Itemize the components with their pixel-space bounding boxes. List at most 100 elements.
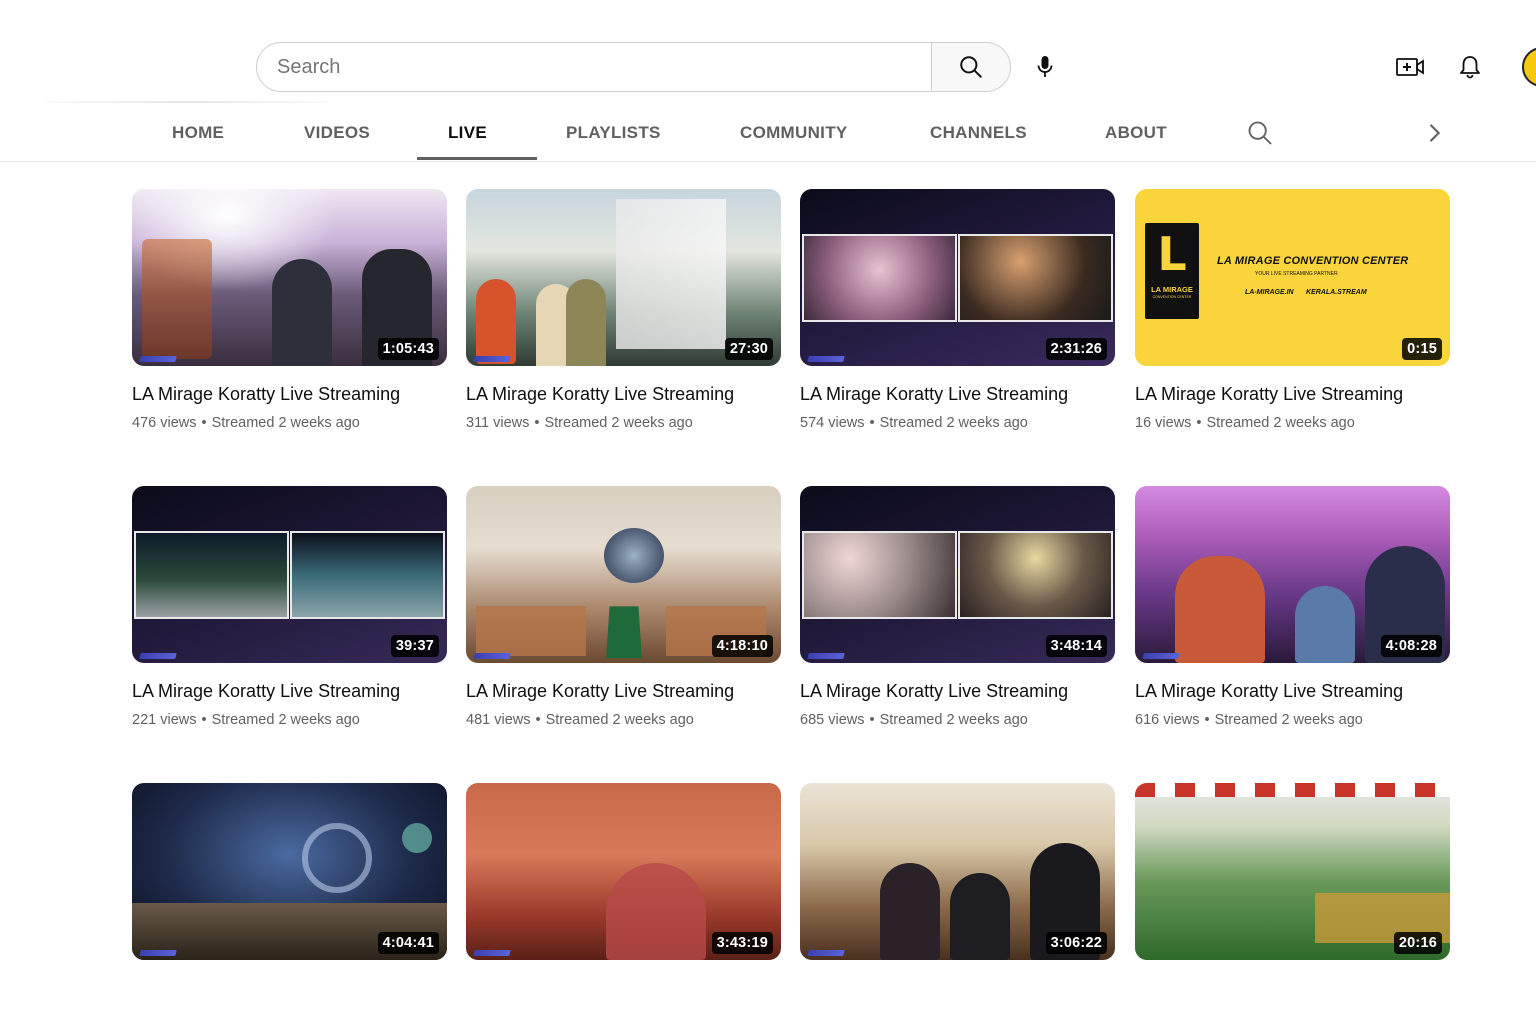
video-thumbnail[interactable]: 4:04:41 xyxy=(132,783,447,960)
nameplate-overlay xyxy=(139,356,177,362)
divider xyxy=(46,101,328,103)
chevron-right-icon[interactable] xyxy=(1420,119,1448,147)
nameplate-overlay xyxy=(473,653,511,659)
stream-age: Streamed 2 weeks ago xyxy=(544,415,693,431)
microphone-icon xyxy=(1037,56,1053,77)
video-card[interactable]: 4:08:28 LA Mirage Koratty Live Streaming… xyxy=(1135,486,1450,730)
search-icon[interactable] xyxy=(1246,119,1274,147)
duration-badge: 4:08:28 xyxy=(1380,635,1442,657)
video-thumbnail[interactable]: 1:05:43 xyxy=(132,189,447,366)
video-title[interactable]: LA Mirage Koratty Live Streaming xyxy=(1135,383,1450,405)
search-input[interactable] xyxy=(277,43,932,91)
nameplate-overlay xyxy=(807,653,845,659)
nameplate-overlay xyxy=(473,950,511,956)
video-card[interactable]: 1:05:43 LA Mirage Koratty Live Streaming… xyxy=(132,189,447,433)
video-thumbnail[interactable]: 3:48:14 xyxy=(800,486,1115,663)
video-thumbnail[interactable]: 4:18:10 xyxy=(466,486,781,663)
nameplate-overlay xyxy=(139,653,177,659)
video-meta: 616 views • Streamed 2 weeks ago xyxy=(1135,712,1363,728)
tab-channels[interactable]: CHANNELS xyxy=(930,104,1027,162)
view-count: 476 views xyxy=(132,415,197,431)
video-title[interactable]: LA Mirage Koratty Live Streaming xyxy=(466,680,781,702)
video-card[interactable]: 3:06:22 xyxy=(800,783,1115,960)
masthead xyxy=(0,0,1536,104)
video-thumbnail[interactable]: 3:06:22 xyxy=(800,783,1115,960)
duration-badge: 4:18:10 xyxy=(711,635,773,657)
stream-age: Streamed 2 weeks ago xyxy=(879,415,1028,431)
video-card[interactable]: 3:43:19 xyxy=(466,783,781,960)
duration-badge: 3:06:22 xyxy=(1045,932,1107,954)
search-button[interactable] xyxy=(931,42,1011,92)
video-thumbnail[interactable]: 2:31:26 xyxy=(800,189,1115,366)
tab-videos[interactable]: VIDEOS xyxy=(304,104,370,162)
video-panel xyxy=(958,234,1113,322)
tab-live[interactable]: LIVE xyxy=(448,104,487,162)
duration-badge: 0:15 xyxy=(1402,338,1442,360)
video-card[interactable]: 4:18:10 LA Mirage Koratty Live Streaming… xyxy=(466,486,781,730)
video-panel xyxy=(802,531,957,619)
duration-badge: 3:43:19 xyxy=(711,932,773,954)
tab-playlists[interactable]: PLAYLISTS xyxy=(566,104,661,162)
search-box[interactable] xyxy=(256,42,932,92)
video-meta: 574 views • Streamed 2 weeks ago xyxy=(800,415,1028,431)
video-thumbnail[interactable]: 20:16 xyxy=(1135,783,1450,960)
video-card[interactable]: 27:30 LA Mirage Koratty Live Streaming 3… xyxy=(466,189,781,433)
video-card[interactable]: 2:31:26 LA Mirage Koratty Live Streaming… xyxy=(800,189,1115,433)
duration-badge: 39:37 xyxy=(390,635,439,657)
duration-badge: 1:05:43 xyxy=(377,338,439,360)
stream-age: Streamed 2 weeks ago xyxy=(545,712,694,728)
voice-search-button[interactable] xyxy=(1022,44,1068,90)
video-thumbnail[interactable]: 3:43:19 xyxy=(466,783,781,960)
video-title[interactable]: LA Mirage Koratty Live Streaming xyxy=(132,383,447,405)
video-title[interactable]: LA Mirage Koratty Live Streaming xyxy=(132,680,447,702)
video-meta: 311 views • Streamed 2 weeks ago xyxy=(466,415,693,431)
view-count: 685 views xyxy=(800,712,865,728)
video-panel xyxy=(134,531,289,619)
video-card[interactable]: 3:48:14 LA Mirage Koratty Live Streaming… xyxy=(800,486,1115,730)
nameplate-overlay xyxy=(1142,653,1180,659)
video-title[interactable]: LA Mirage Koratty Live Streaming xyxy=(800,383,1115,405)
logo-card-link: KERALA.STREAM xyxy=(1306,289,1367,296)
stream-age: Streamed 2 weeks ago xyxy=(1214,712,1363,728)
view-count: 221 views xyxy=(132,712,197,728)
video-thumbnail[interactable]: L LA MIRAGE CONVENTION CENTER LA MIRAGE … xyxy=(1135,189,1450,366)
video-card[interactable]: 39:37 LA Mirage Koratty Live Streaming 2… xyxy=(132,486,447,730)
video-panel xyxy=(802,234,957,322)
video-title[interactable]: LA Mirage Koratty Live Streaming xyxy=(1135,680,1450,702)
nameplate-overlay xyxy=(807,950,845,956)
bell-icon xyxy=(1460,56,1480,79)
view-count: 16 views xyxy=(1135,415,1192,431)
avatar[interactable] xyxy=(1522,47,1536,87)
stream-age: Streamed 2 weeks ago xyxy=(1206,415,1355,431)
active-tab-indicator xyxy=(417,157,537,160)
video-card[interactable]: 20:16 xyxy=(1135,783,1450,960)
duration-badge: 3:48:14 xyxy=(1045,635,1107,657)
duration-badge: 27:30 xyxy=(724,338,773,360)
tab-about[interactable]: ABOUT xyxy=(1105,104,1167,162)
video-title[interactable]: LA Mirage Koratty Live Streaming xyxy=(466,383,781,405)
nameplate-overlay xyxy=(139,950,177,956)
tab-home[interactable]: HOME xyxy=(172,104,224,162)
video-card[interactable]: L LA MIRAGE CONVENTION CENTER LA MIRAGE … xyxy=(1135,189,1450,433)
logo-card-subtitle: YOUR LIVE STREAMING PARTNER xyxy=(1255,271,1338,277)
nameplate-overlay xyxy=(473,356,511,362)
video-meta: 481 views • Streamed 2 weeks ago xyxy=(466,712,694,728)
video-panel xyxy=(290,531,445,619)
video-thumbnail[interactable]: 4:08:28 xyxy=(1135,486,1450,663)
video-title[interactable]: LA Mirage Koratty Live Streaming xyxy=(800,680,1115,702)
nameplate-overlay xyxy=(807,356,845,362)
video-thumbnail[interactable]: 39:37 xyxy=(132,486,447,663)
brand-logo: L LA MIRAGE CONVENTION CENTER xyxy=(1145,223,1199,319)
stream-age: Streamed 2 weeks ago xyxy=(211,415,360,431)
tab-community[interactable]: COMMUNITY xyxy=(740,104,848,162)
duration-badge: 4:04:41 xyxy=(377,932,439,954)
create-button[interactable] xyxy=(1388,45,1432,89)
notifications-button[interactable] xyxy=(1448,45,1492,89)
view-count: 616 views xyxy=(1135,712,1200,728)
view-count: 481 views xyxy=(466,712,531,728)
channel-tabs: HOME VIDEOS LIVE PLAYLISTS COMMUNITY CHA… xyxy=(0,104,1536,162)
video-thumbnail[interactable]: 27:30 xyxy=(466,189,781,366)
video-meta: 476 views • Streamed 2 weeks ago xyxy=(132,415,360,431)
video-meta: 16 views • Streamed 2 weeks ago xyxy=(1135,415,1355,431)
video-card[interactable]: 4:04:41 xyxy=(132,783,447,960)
